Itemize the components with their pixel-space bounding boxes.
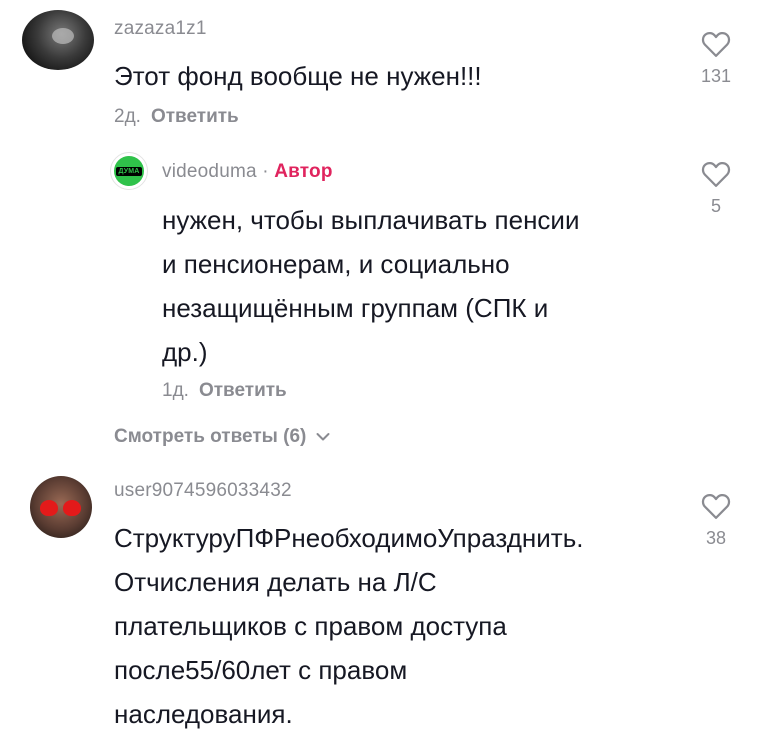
reply-header: videoduma · Автор bbox=[162, 161, 333, 183]
like-count: 5 bbox=[710, 196, 721, 216]
avatar-image bbox=[52, 28, 74, 44]
like-button[interactable]: 5 bbox=[686, 160, 746, 217]
avatar-logo-text: ДУМА bbox=[116, 166, 142, 176]
avatar-image bbox=[63, 500, 81, 516]
comment-meta: 2д. Ответить bbox=[114, 106, 239, 128]
reply-button[interactable]: Ответить bbox=[199, 380, 287, 401]
view-replies-label: Смотреть ответы (6) bbox=[114, 426, 307, 447]
comment-text-line: др.) bbox=[162, 337, 208, 367]
comment-text-line: Отчисления делать на Л/С bbox=[114, 567, 437, 597]
avatar[interactable] bbox=[22, 10, 94, 70]
reply-button[interactable]: Ответить bbox=[151, 106, 239, 127]
like-count: 38 bbox=[705, 528, 727, 548]
comment-username[interactable]: zazaza1z1 bbox=[114, 18, 207, 40]
like-button[interactable]: 131 bbox=[686, 30, 746, 87]
comment-username[interactable]: videoduma bbox=[162, 161, 257, 182]
avatar-logo: ДУМА bbox=[114, 156, 144, 186]
comment-text-line: незащищённым группам (СПК и bbox=[162, 293, 549, 323]
heart-icon bbox=[701, 493, 731, 519]
comment-text: СтруктуруПФРнеобходимоУпразднить. Отчисл… bbox=[114, 516, 674, 736]
heart-icon bbox=[701, 161, 731, 187]
like-count: 131 bbox=[700, 66, 732, 86]
comment-meta: 1д. Ответить bbox=[162, 380, 287, 402]
view-replies-button[interactable]: Смотреть ответы (6) bbox=[114, 426, 330, 448]
avatar-image bbox=[40, 500, 58, 516]
comment-text-line: плательщиков с правом доступа bbox=[114, 611, 507, 641]
author-badge: Автор bbox=[274, 161, 333, 182]
comment-username[interactable]: user9074596033432 bbox=[114, 480, 292, 502]
heart-icon bbox=[701, 31, 731, 57]
comment-age: 1д. bbox=[162, 380, 189, 401]
like-button[interactable]: 38 bbox=[686, 492, 746, 549]
comment-text: нужен, чтобы выплачивать пенсии и пенсио… bbox=[162, 198, 662, 374]
comment-text: Этот фонд вообще не нужен!!! bbox=[114, 61, 482, 91]
comment-text-line: наследования. bbox=[114, 699, 293, 729]
avatar[interactable]: ДУМА bbox=[110, 152, 148, 190]
chevron-down-icon bbox=[316, 432, 330, 441]
comment-text-line: после55/60лет с правом bbox=[114, 655, 408, 685]
comment-text-line: и пенсионерам, и социально bbox=[162, 249, 510, 279]
comment-text-line: нужен, чтобы выплачивать пенсии bbox=[162, 205, 580, 235]
comment-text-line: СтруктуруПФРнеобходимоУпразднить. bbox=[114, 523, 584, 553]
avatar[interactable] bbox=[30, 476, 92, 538]
username-separator: · bbox=[256, 161, 275, 182]
comment-age: 2д. bbox=[114, 106, 141, 127]
